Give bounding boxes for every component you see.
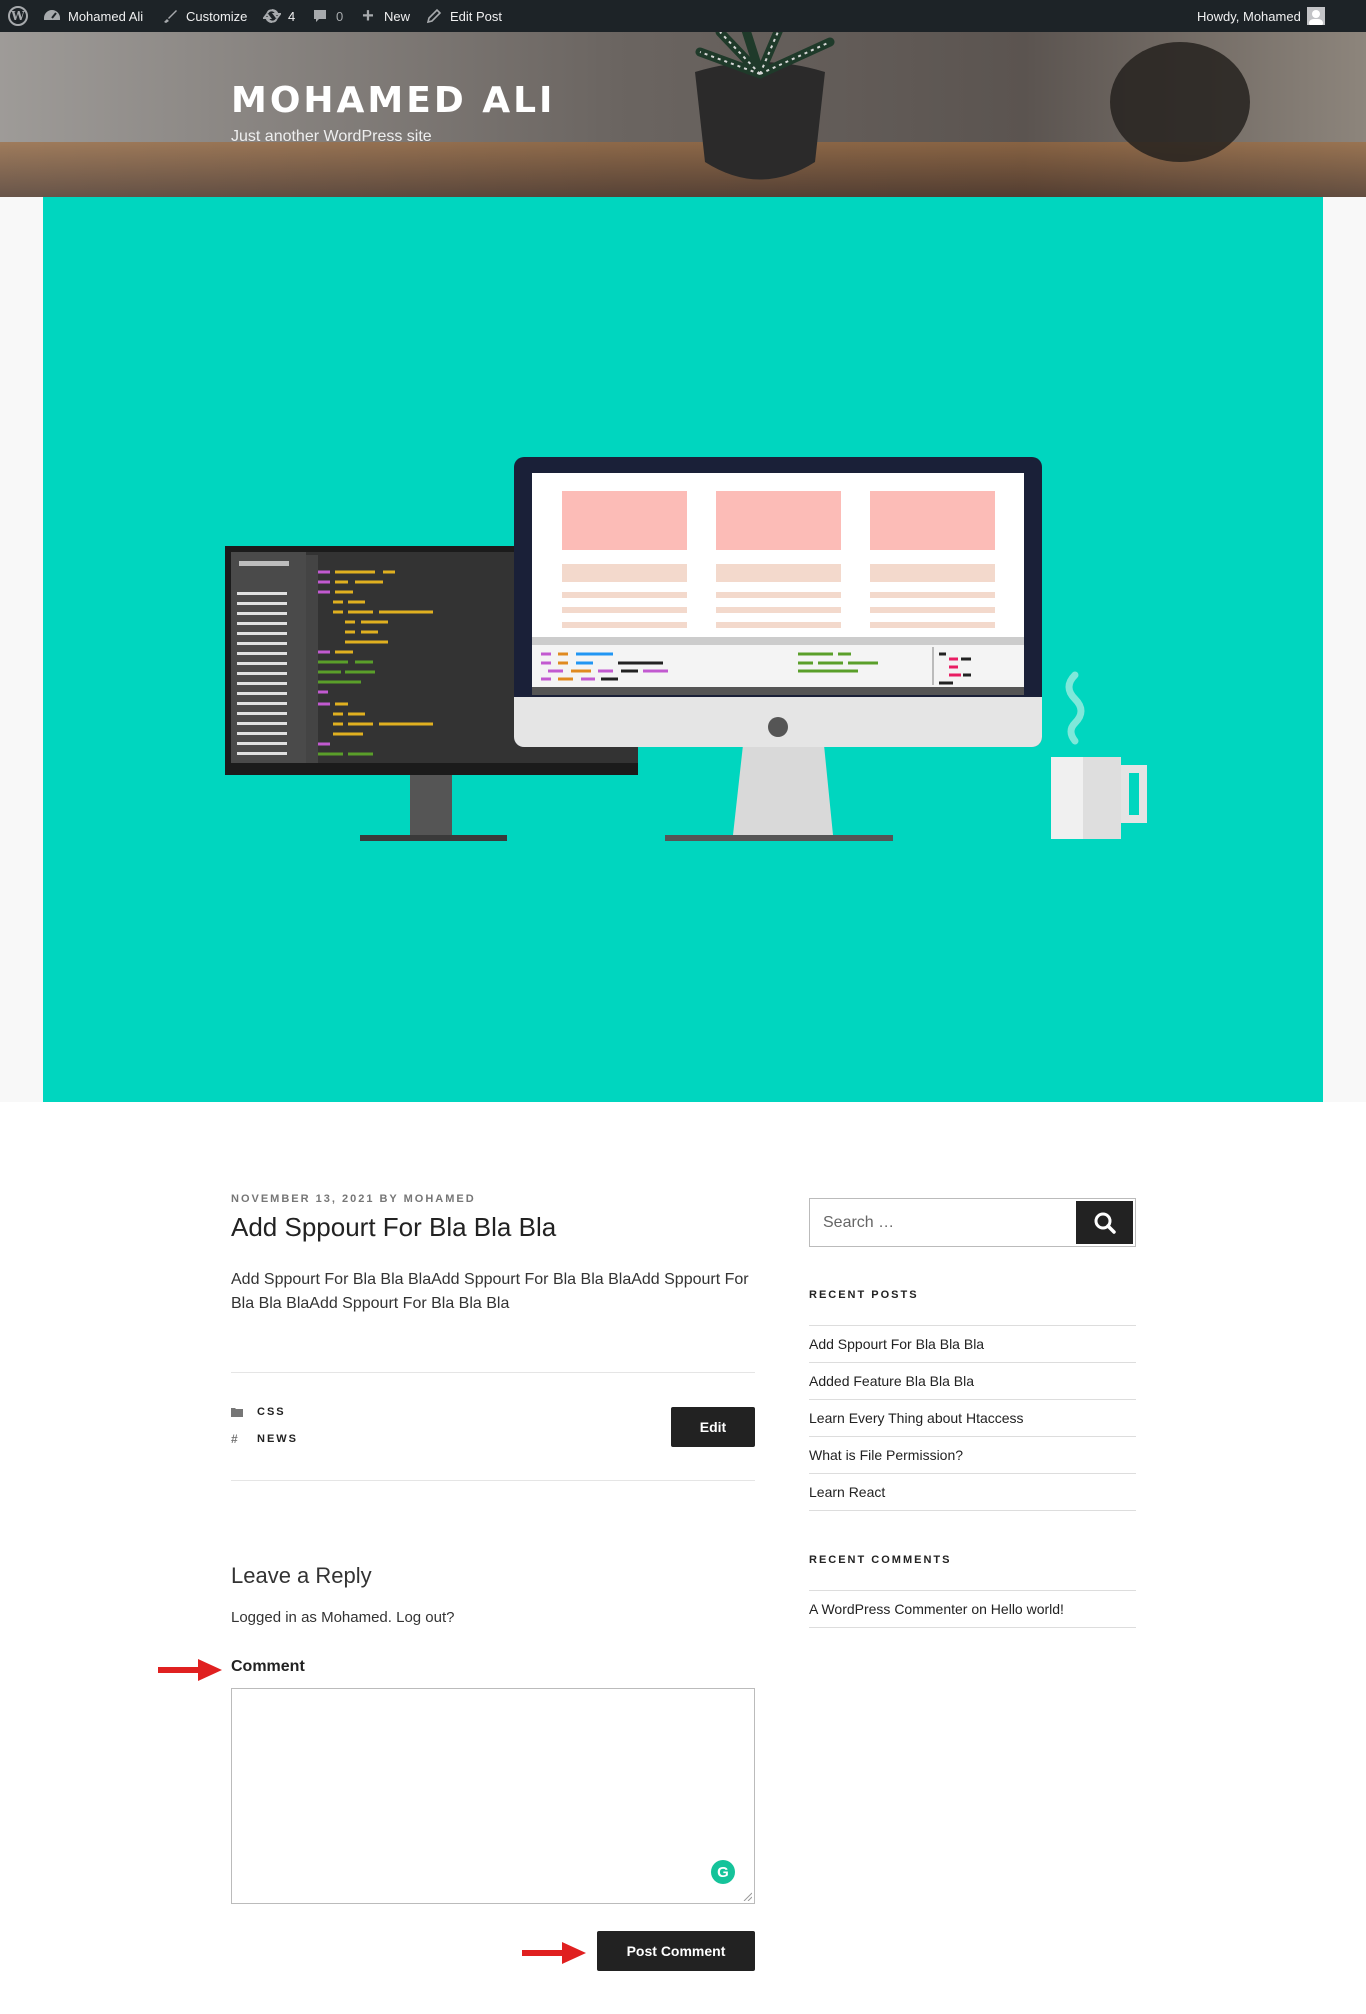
recent-comments-list: A WordPress Commenter on Hello world! [809, 1590, 1136, 1628]
comment-bubble-icon [310, 6, 330, 26]
red-arrow-annotation-icon [158, 1659, 222, 1681]
site-name-label: Mohamed Ali [68, 8, 144, 24]
admin-bar-comments[interactable]: 0 [310, 0, 343, 32]
post-tags: # NEWS [231, 1433, 298, 1445]
updates-count: 4 [288, 8, 296, 24]
logged-in-as[interactable]: Logged in as Mohamed. Log out? [231, 1609, 455, 1626]
site-header: MOHAMED ALI Just another WordPress site [0, 32, 1366, 197]
recent-post-item[interactable]: Added Feature Bla Bla Bla [809, 1363, 1136, 1400]
reply-title: Leave a Reply [231, 1563, 372, 1588]
admin-bar-new[interactable]: + New [358, 0, 410, 32]
site-title[interactable]: MOHAMED ALI [231, 80, 555, 121]
recent-post-link[interactable]: Add Sppourt For Bla Bla Bla [809, 1336, 984, 1352]
admin-bar-updates[interactable]: 4 [262, 0, 295, 32]
search-input[interactable]: Search … [823, 1214, 894, 1232]
site-tagline: Just another WordPress site [231, 128, 432, 145]
recent-post-item[interactable]: Learn Every Thing about Htaccess [809, 1400, 1136, 1437]
hashtag-icon: # [231, 1432, 240, 1446]
avatar [1306, 7, 1325, 25]
divider [231, 1372, 755, 1373]
folder-icon [231, 1406, 243, 1418]
howdy-label: Howdy, Mohamed [1197, 8, 1301, 24]
edit-post-button[interactable]: Edit [671, 1407, 755, 1447]
grammarly-icon[interactable]: G [711, 1860, 735, 1884]
admin-bar-account[interactable]: Howdy, Mohamed [1197, 0, 1325, 32]
dashboard-icon [42, 6, 62, 26]
divider [231, 1480, 755, 1481]
admin-bar-customize[interactable]: Customize [160, 0, 247, 32]
comment-label: Comment [231, 1658, 305, 1675]
wordpress-logo-icon[interactable]: W [8, 0, 28, 32]
admin-bar: W Mohamed Ali Customize 4 0 + New Edit P… [0, 0, 1366, 32]
recent-post-link[interactable]: Learn React [809, 1484, 885, 1500]
recent-post-item[interactable]: What is File Permission? [809, 1437, 1136, 1474]
category-link[interactable]: CSS [257, 1406, 286, 1418]
featured-image-wrapper [0, 197, 1366, 1102]
recent-comment-link[interactable]: A WordPress Commenter on Hello world! [809, 1601, 1064, 1617]
post-content: Add Sppourt For Bla Bla BlaAdd Sppourt F… [231, 1271, 749, 1312]
recent-post-item[interactable]: Add Sppourt For Bla Bla Bla [809, 1326, 1136, 1363]
comments-count: 0 [336, 8, 344, 24]
recent-post-link[interactable]: Added Feature Bla Bla Bla [809, 1373, 974, 1389]
desktop-monitor-illustration [514, 457, 1042, 841]
resize-handle-icon[interactable] [742, 1891, 752, 1901]
pencil-icon [424, 6, 444, 26]
recent-posts-list: Add Sppourt For Bla Bla Bla Added Featur… [809, 1325, 1136, 1511]
new-label: New [384, 8, 411, 24]
workspace-illustration [225, 457, 1147, 841]
post-meta: NOVEMBER 13, 2021 BY MOHAMED [231, 1193, 476, 1205]
header-background-image [0, 32, 1366, 197]
comment-textarea[interactable]: G [231, 1688, 755, 1904]
plus-icon: + [362, 4, 374, 27]
coffee-mug-illustration [1051, 671, 1147, 839]
recent-comment-item[interactable]: A WordPress Commenter on Hello world! [809, 1591, 1136, 1628]
admin-bar-site-name[interactable]: Mohamed Ali [42, 0, 143, 32]
paintbrush-icon [160, 6, 180, 26]
recent-comments-title: RECENT COMMENTS [809, 1554, 952, 1566]
recent-posts-title: RECENT POSTS [809, 1289, 919, 1301]
post-category: CSS [231, 1406, 286, 1418]
admin-bar-edit-post[interactable]: Edit Post [424, 0, 502, 32]
customize-label: Customize [186, 8, 248, 24]
updates-icon [262, 6, 282, 26]
tag-link[interactable]: NEWS [257, 1433, 298, 1445]
red-arrow-annotation-icon [522, 1942, 586, 1964]
search-button[interactable] [1076, 1201, 1133, 1244]
recent-post-link[interactable]: What is File Permission? [809, 1447, 963, 1463]
featured-image [43, 197, 1323, 1102]
search-icon [1094, 1212, 1116, 1234]
recent-post-item[interactable]: Learn React [809, 1474, 1136, 1511]
post-comment-button[interactable]: Post Comment [597, 1931, 755, 1971]
post-title[interactable]: Add Sppourt For Bla Bla Bla [231, 1212, 556, 1243]
search-form: Search … [809, 1198, 1136, 1247]
edit-post-label: Edit Post [450, 8, 503, 24]
recent-post-link[interactable]: Learn Every Thing about Htaccess [809, 1410, 1024, 1426]
